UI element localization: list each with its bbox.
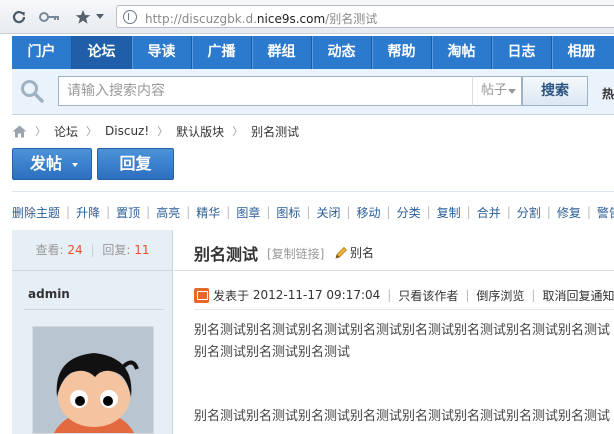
breadcrumb-forum[interactable]: 论坛 bbox=[54, 123, 78, 140]
cancel-notify-link[interactable]: 取消回复通知 bbox=[542, 287, 614, 304]
mod-merge[interactable]: 合并 bbox=[477, 204, 501, 221]
nav-item-blog[interactable]: 日志 bbox=[492, 36, 551, 69]
search-type-label: 帖子 bbox=[481, 83, 508, 98]
mod-warn[interactable]: 警告 bbox=[597, 204, 614, 221]
url-text: http://discuzgbk.d.nice9s.com/别名测试 bbox=[145, 12, 378, 26]
mod-bump[interactable]: 升降 bbox=[76, 204, 100, 221]
reply-button[interactable]: 回复 bbox=[97, 148, 174, 180]
avatar[interactable] bbox=[32, 326, 154, 434]
breadcrumb: 〉 论坛 〉 Discuz! 〉 默认版块 〉 别名测试 bbox=[12, 122, 299, 140]
new-post-button[interactable]: 发帖 bbox=[12, 148, 92, 180]
post-content: 别名测试别名测试别名测试别名测试别名测试别名测试别名测试别名测试别名测试别名测试… bbox=[194, 320, 614, 424]
nav-item-portal[interactable]: 门户 bbox=[12, 36, 71, 69]
pencil-icon bbox=[335, 246, 348, 259]
search-bar: 请输入搜索内容 帖子 搜索 热搜 bbox=[12, 69, 614, 115]
online-status-icon bbox=[194, 287, 209, 303]
alias-link[interactable]: 别名 bbox=[334, 244, 374, 261]
search-type-select[interactable]: 帖子 bbox=[472, 76, 522, 106]
replies-count: 11 bbox=[134, 243, 150, 257]
address-bar[interactable]: http://discuzgbk.d.nice9s.com/别名测试 bbox=[116, 5, 614, 28]
mod-category[interactable]: 分类 bbox=[397, 204, 421, 221]
thread-stats: 查看: 24 | 回复: 11 bbox=[12, 230, 173, 271]
globe-icon bbox=[123, 10, 137, 24]
replies-label: 回复: bbox=[102, 243, 131, 257]
reverse-order-link[interactable]: 倒序浏览 bbox=[476, 287, 524, 304]
nav-item-collections[interactable]: 淘帖 bbox=[432, 36, 491, 69]
alias-label: 别名 bbox=[350, 246, 375, 260]
meta-separator: | bbox=[465, 288, 470, 302]
mod-move[interactable]: 移动 bbox=[357, 204, 381, 221]
nav-item-album[interactable]: 相册 bbox=[552, 36, 611, 69]
nav-item-groups[interactable]: 群组 bbox=[252, 36, 311, 69]
thread-header: 别名测试 [复制链接] 别名 bbox=[174, 230, 614, 271]
search-button[interactable]: 搜索 bbox=[522, 76, 588, 106]
author-name[interactable]: admin bbox=[28, 287, 70, 301]
mod-highlight[interactable]: 高亮 bbox=[156, 204, 180, 221]
views-count: 24 bbox=[67, 243, 83, 257]
reload-icon[interactable] bbox=[10, 8, 28, 26]
divider bbox=[194, 309, 614, 310]
main-nav: 门户 论坛 导读 广播 群组 动态 帮助 淘帖 日志 相册 bbox=[12, 36, 614, 69]
copy-link-button[interactable]: [复制链接] bbox=[267, 245, 324, 262]
nav-item-forum[interactable]: 论坛 bbox=[72, 36, 131, 69]
mod-close[interactable]: 关闭 bbox=[316, 204, 340, 221]
mod-split[interactable]: 分割 bbox=[517, 204, 541, 221]
chevron-down-icon bbox=[508, 89, 516, 94]
mod-icon[interactable]: 图标 bbox=[276, 204, 300, 221]
meta-separator: | bbox=[531, 288, 536, 302]
post-paragraph: 别名测试别名测试别名测试别名测试别名测试别名测试别名测试别名测试别名测试别名测试… bbox=[194, 323, 611, 360]
mod-digest[interactable]: 精华 bbox=[196, 204, 220, 221]
breadcrumb-current[interactable]: 别名测试 bbox=[251, 123, 299, 140]
breadcrumb-default-board[interactable]: 默认版块 bbox=[176, 123, 224, 140]
post-date: 2012-11-17 09:17:04 bbox=[252, 288, 381, 302]
chevron-down-icon[interactable] bbox=[95, 8, 105, 26]
mod-repair[interactable]: 修复 bbox=[557, 204, 581, 221]
nav-item-guide[interactable]: 导读 bbox=[132, 36, 191, 69]
moderation-toolbar: 删除主题 | 升降 | 置顶 | 高亮 | 精华 | 图章 | 图标 | 关闭 | 移动 | 分类… bbox=[12, 204, 614, 220]
views-label: 查看: bbox=[35, 243, 64, 257]
new-post-label: 发帖 bbox=[30, 154, 63, 173]
search-icon bbox=[21, 80, 44, 103]
search-input[interactable]: 请输入搜索内容 bbox=[58, 76, 472, 106]
star-icon[interactable] bbox=[74, 8, 92, 26]
nav-item-help[interactable]: 帮助 bbox=[372, 36, 431, 69]
mod-stamp[interactable]: 图章 bbox=[236, 204, 260, 221]
posted-label: 发表于 bbox=[213, 288, 250, 303]
browser-toolbar: http://discuzgbk.d.nice9s.com/别名测试 bbox=[0, 0, 614, 34]
hot-search-label: 热搜 bbox=[602, 87, 614, 101]
divider bbox=[12, 191, 614, 192]
chevron-down-icon bbox=[72, 163, 78, 167]
breadcrumb-separator: 〉 bbox=[157, 125, 169, 138]
post-meta: 发表于 2012-11-17 09:17:04 | 只看该作者 | 倒序浏览 |… bbox=[194, 286, 614, 304]
breadcrumb-separator: 〉 bbox=[35, 125, 46, 138]
key-icon[interactable] bbox=[38, 8, 62, 26]
mod-copy[interactable]: 复制 bbox=[437, 204, 461, 221]
mod-stick[interactable]: 置顶 bbox=[116, 204, 140, 221]
breadcrumb-discuz[interactable]: Discuz! bbox=[105, 124, 149, 138]
home-icon[interactable] bbox=[12, 125, 27, 138]
mod-delete-thread[interactable]: 删除主题 bbox=[12, 204, 60, 221]
breadcrumb-separator: 〉 bbox=[86, 125, 98, 138]
thread-title: 别名测试 bbox=[194, 245, 259, 264]
author-sidebar: 查看: 24 | 回复: 11 admin bbox=[12, 230, 173, 434]
meta-separator: | bbox=[387, 288, 392, 302]
nav-item-broadcast[interactable]: 广播 bbox=[192, 36, 251, 69]
nav-item-activity[interactable]: 动态 bbox=[312, 36, 371, 69]
stats-separator: | bbox=[90, 243, 95, 257]
only-author-link[interactable]: 只看该作者 bbox=[398, 287, 458, 304]
post-paragraph: 别名测试别名测试别名测试别名测试别名测试别名测试别名测试别名测试 bbox=[194, 409, 611, 424]
breadcrumb-separator: 〉 bbox=[232, 125, 244, 138]
divider bbox=[24, 309, 164, 310]
